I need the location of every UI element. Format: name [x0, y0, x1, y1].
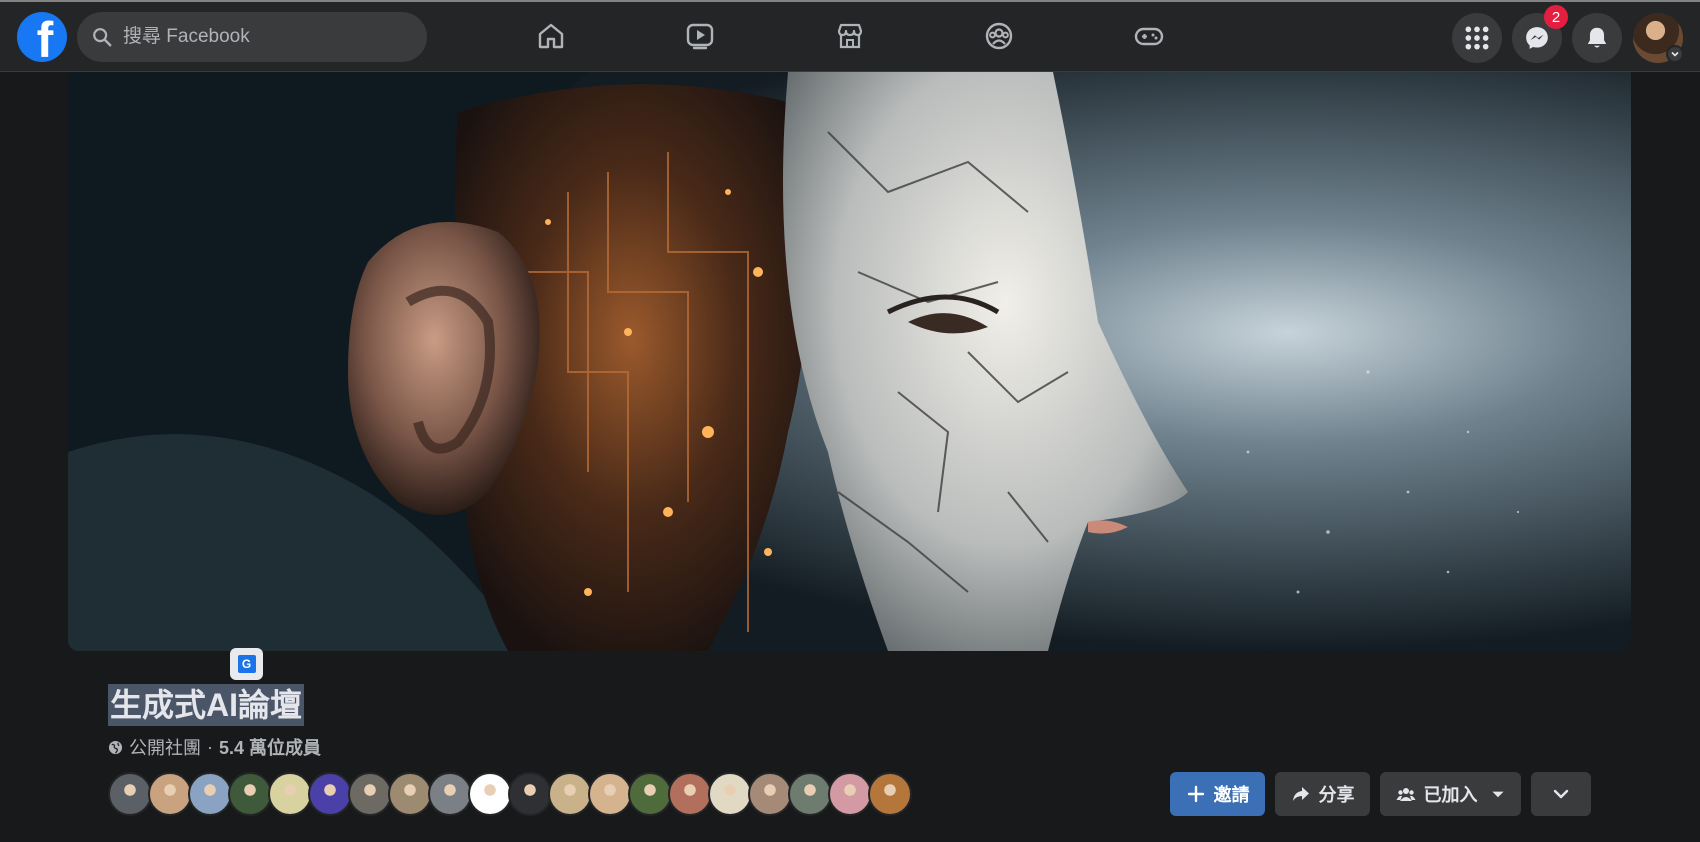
group-meta: 公開社團 · 5.4 萬位成員 [108, 734, 321, 760]
globe-icon [108, 740, 123, 754]
facebook-logo[interactable]: f [17, 12, 67, 62]
nav-video[interactable] [682, 18, 718, 54]
groups-icon [985, 22, 1013, 50]
messenger-badge: 2 [1544, 5, 1568, 29]
facebook-logo-letter: f [36, 12, 54, 62]
messenger-button[interactable]: 2 [1512, 5, 1568, 63]
member-avatar[interactable] [348, 772, 392, 816]
top-navigation-bar: f 2 [0, 0, 1700, 72]
member-avatar[interactable] [148, 772, 192, 816]
member-avatar[interactable] [468, 772, 512, 816]
nav-home[interactable] [533, 18, 569, 54]
nav-groups[interactable] [981, 18, 1017, 54]
cover-image [68, 72, 1631, 651]
members-icon [1396, 788, 1415, 801]
account-menu-caret[interactable] [1666, 45, 1684, 63]
share-label: 分享 [1318, 785, 1355, 805]
home-icon [538, 23, 564, 49]
gaming-icon [1134, 27, 1164, 46]
menu-button[interactable] [1452, 13, 1502, 63]
joined-button[interactable]: 已加入 [1380, 772, 1521, 816]
member-avatar[interactable] [428, 772, 472, 816]
member-avatar[interactable] [788, 772, 832, 816]
search-box[interactable] [77, 12, 427, 62]
translate-button[interactable]: G [230, 648, 263, 680]
member-avatar[interactable] [188, 772, 232, 816]
nav-marketplace[interactable] [832, 18, 868, 54]
chevron-down-icon [1671, 51, 1679, 57]
share-button[interactable]: 分享 [1275, 772, 1370, 816]
member-avatar[interactable] [588, 772, 632, 816]
member-avatar[interactable] [708, 772, 752, 816]
member-avatar[interactable] [628, 772, 672, 816]
member-avatar[interactable] [668, 772, 712, 816]
caret-down-icon [1491, 791, 1504, 798]
joined-label: 已加入 [1423, 785, 1478, 805]
plus-icon [1187, 785, 1204, 803]
meta-separator: · [207, 736, 213, 757]
group-privacy[interactable]: 公開社團 [129, 734, 201, 760]
member-avatar[interactable] [308, 772, 352, 816]
video-icon [686, 23, 714, 50]
member-avatar[interactable] [868, 772, 912, 816]
member-avatars[interactable] [108, 772, 912, 816]
invite-button[interactable]: 邀請 [1170, 772, 1265, 816]
member-avatar[interactable] [548, 772, 592, 816]
chevron-down-icon [1553, 789, 1569, 799]
nav-gaming[interactable] [1131, 18, 1167, 54]
google-translate-icon: G [237, 655, 256, 673]
member-count[interactable]: 5.4 萬位成員 [219, 734, 321, 760]
invite-label: 邀請 [1213, 785, 1250, 805]
member-avatar[interactable] [748, 772, 792, 816]
group-name: 生成式AI論壇 [108, 684, 305, 726]
bell-icon [1587, 27, 1607, 48]
member-avatar[interactable] [268, 772, 312, 816]
search-input[interactable] [123, 26, 413, 48]
messenger-icon [1526, 27, 1548, 49]
more-options-button[interactable] [1531, 772, 1591, 816]
member-avatar[interactable] [228, 772, 272, 816]
member-avatar[interactable] [108, 772, 152, 816]
share-icon [1292, 787, 1309, 801]
group-cover-photo[interactable] [68, 72, 1631, 651]
notifications-button[interactable] [1572, 13, 1622, 63]
search-icon [93, 28, 112, 47]
grid-menu-icon [1465, 26, 1489, 50]
member-avatar[interactable] [388, 772, 432, 816]
member-avatar[interactable] [828, 772, 872, 816]
member-avatar[interactable] [508, 772, 552, 816]
marketplace-icon [837, 23, 863, 49]
